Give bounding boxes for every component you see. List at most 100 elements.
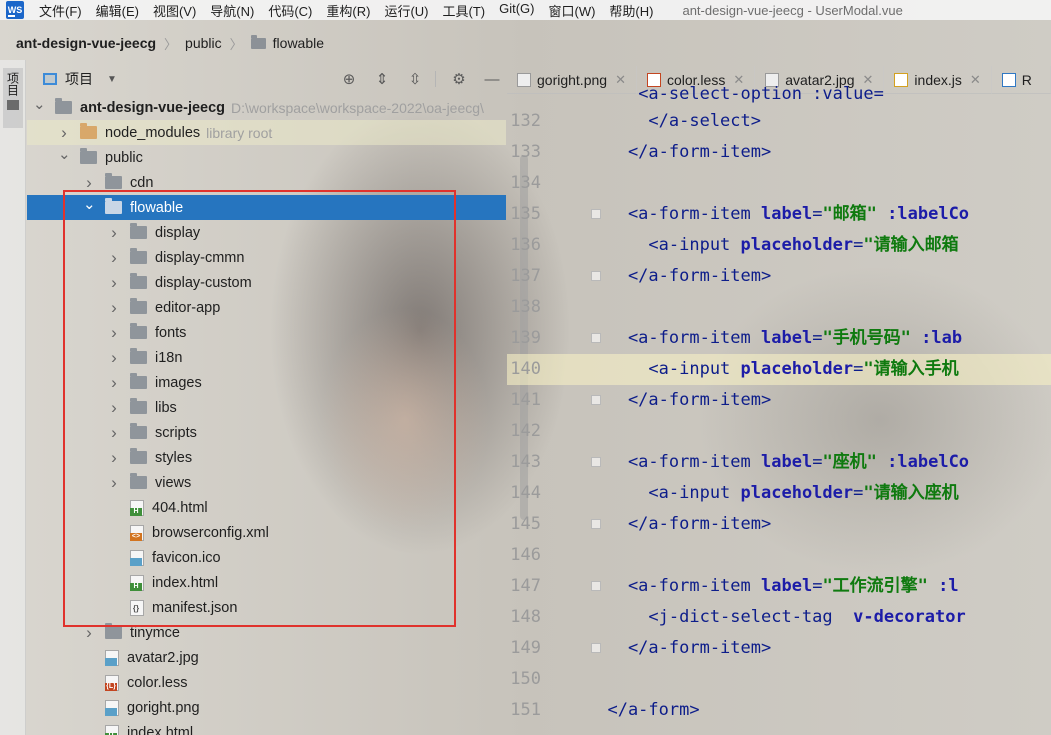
project-tool-tab[interactable]: 项目 [3, 68, 23, 128]
tree-item-label: display-custom [155, 274, 252, 291]
tree-item[interactable]: <> browserconfig.xml [27, 520, 506, 545]
breadcrumb-item-public[interactable]: public [185, 35, 222, 51]
webstorm-logo-icon: WS [6, 1, 24, 19]
chevron-right-icon[interactable]: › [108, 448, 120, 468]
window-title: ant-design-vue-jeecg - UserModal.vue [682, 2, 903, 18]
menu-item[interactable]: 代码(C) [261, 1, 319, 20]
chevron-right-icon[interactable]: › [108, 223, 120, 243]
tree-item[interactable]: › images [27, 370, 506, 395]
locate-file-icon[interactable]: ⊕ [339, 69, 359, 89]
menu-item[interactable]: 帮助(H) [602, 1, 660, 20]
tree-item[interactable]: › display-custom [27, 270, 506, 295]
code-area[interactable]: </a-select> </a-form-item> <a-form-item … [587, 106, 1051, 726]
code-line: </a-select> [587, 106, 1051, 137]
tree-item-label: scripts [155, 424, 197, 441]
tree-item[interactable]: H 404.html [27, 495, 506, 520]
tree-item-label: favicon.ico [152, 549, 221, 566]
tree-item[interactable]: ⌄ ant-design-vue-jeecg D:\workspace\worksp… [27, 95, 506, 120]
chevron-right-icon[interactable]: › [83, 623, 95, 643]
tree-item-label: index.html [127, 724, 194, 735]
tree-item[interactable]: ⌄ public [27, 145, 506, 170]
breadcrumb-item-project[interactable]: ant-design-vue-jeecg [16, 35, 156, 51]
code-token: label [761, 204, 813, 224]
tree-item-secondary-text: D:\workspace\workspace-2022\oa-jeecg\ [231, 99, 484, 116]
project-tree: ⌄ ant-design-vue-jeecg D:\workspace\worksp… [27, 95, 506, 735]
chevron-down-icon[interactable]: ⌄ [58, 145, 71, 163]
tree-item[interactable]: › fonts [27, 320, 506, 345]
tree-item-label: flowable [130, 199, 184, 216]
folder-icon [130, 448, 147, 464]
image-file-icon [130, 549, 144, 566]
chevron-right-icon[interactable]: › [108, 398, 120, 418]
tree-item[interactable]: {L} color.less [27, 670, 506, 695]
project-panel-header: 项目 ▼ ⊕ ⇕ ⇳ ⚙ — [27, 66, 506, 92]
panel-toolbar: ⊕ ⇕ ⇳ ⚙ — [326, 66, 506, 92]
tree-item-label: color.less [127, 674, 188, 691]
minimize-icon[interactable]: — [482, 69, 502, 89]
tree-item-label: editor-app [155, 299, 221, 316]
chevron-right-icon[interactable]: › [83, 173, 95, 193]
chevron-right-icon[interactable]: › [108, 423, 120, 443]
chevron-down-icon[interactable]: ⌄ [83, 195, 96, 213]
tree-item-label: cdn [130, 174, 154, 191]
tree-item[interactable]: › libs [27, 395, 506, 420]
tree-item[interactable]: avatar2.jpg [27, 645, 506, 670]
chevron-down-icon[interactable]: ▼ [107, 74, 117, 85]
chevron-right-icon[interactable]: › [108, 323, 120, 343]
tree-item-label: styles [155, 449, 193, 466]
tree-item[interactable]: goright.png [27, 695, 506, 720]
tree-item[interactable]: favicon.ico [27, 545, 506, 570]
menu-item[interactable]: 视图(V) [146, 1, 203, 20]
menu-item[interactable]: 导航(N) [203, 1, 261, 20]
code-line: <a-input placeholder="请输入座机 [587, 478, 1051, 509]
chevron-right-icon[interactable]: › [108, 373, 120, 393]
tree-item[interactable]: › node_modules library root [27, 120, 506, 145]
breadcrumb-label: flowable [272, 35, 325, 51]
line-number: 141 [510, 390, 541, 410]
tree-item[interactable]: › styles [27, 445, 506, 470]
html-file-icon: H [130, 499, 144, 516]
folder-icon [130, 273, 147, 289]
collapse-all-icon[interactable]: ⇳ [405, 69, 425, 89]
code-token: "请输入座机 [863, 483, 959, 503]
tree-item[interactable]: › scripts [27, 420, 506, 445]
menu-item[interactable]: 文件(F) [32, 1, 89, 20]
expand-all-icon[interactable]: ⇕ [372, 69, 392, 89]
line-number: 143 [510, 452, 541, 472]
code-line-partial: <a-select-option :value= [638, 84, 895, 104]
gear-icon[interactable]: ⚙ [449, 69, 469, 89]
tree-item[interactable]: › display-cmmn [27, 245, 506, 270]
chevron-right-icon[interactable]: › [58, 123, 70, 143]
panel-title[interactable]: 项目 [65, 69, 93, 89]
menu-item[interactable]: 窗口(W) [541, 1, 602, 20]
chevron-right-icon[interactable]: › [108, 298, 120, 318]
file-type-badge: H [130, 507, 142, 516]
menu-item[interactable]: 编辑(E) [89, 1, 146, 20]
chevron-right-icon[interactable]: › [108, 273, 120, 293]
chevron-down-icon[interactable]: ⌄ [33, 95, 46, 113]
tree-item[interactable]: › views [27, 470, 506, 495]
menu-item[interactable]: 工具(T) [435, 1, 492, 20]
line-number: 146 [510, 545, 541, 565]
tree-item[interactable]: Hindex.html [27, 570, 506, 595]
chevron-right-icon[interactable]: › [108, 348, 120, 368]
menu-item[interactable]: 重构(R) [319, 1, 377, 20]
menu-item[interactable]: Git(G) [492, 1, 541, 20]
tree-item[interactable]: ⌄ flowable [27, 195, 506, 220]
tree-item[interactable]: › display [27, 220, 506, 245]
menu-item[interactable]: 运行(U) [377, 1, 435, 20]
tree-item[interactable]: › i18n [27, 345, 506, 370]
code-token: "邮箱" [822, 204, 877, 224]
tree-item[interactable]: {} manifest.json [27, 595, 506, 620]
chevron-right-icon[interactable]: › [108, 248, 120, 268]
code-token: <a-input [587, 483, 741, 503]
tree-item[interactable]: › cdn [27, 170, 506, 195]
tree-item[interactable]: › tinymce [27, 620, 506, 645]
tree-item[interactable]: › editor-app [27, 295, 506, 320]
line-number: 145 [510, 514, 541, 534]
breadcrumb-item-flowable[interactable]: flowable [250, 34, 325, 51]
code-token: </a-form-item> [587, 266, 772, 286]
chevron-right-icon[interactable]: › [108, 473, 120, 493]
tree-item[interactable]: Hindex.html [27, 720, 506, 735]
image-file-icon [105, 699, 119, 716]
